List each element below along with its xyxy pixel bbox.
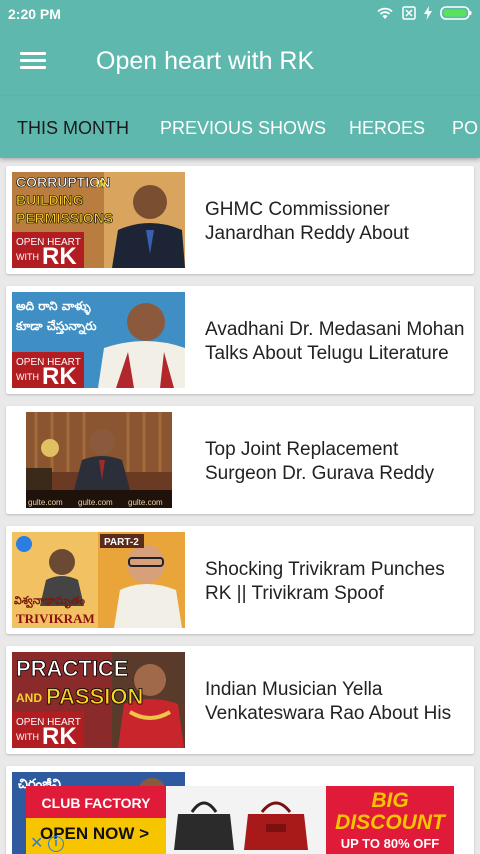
thumb-caption: విశ్వనాథామృతం bbox=[14, 594, 85, 609]
video-card[interactable]: CORRUPTION IN BUILDING PERMISSIONS OPEN … bbox=[6, 166, 474, 274]
thumb-caption: PART-2 bbox=[104, 537, 139, 548]
ad-brand: CLUB FACTORY bbox=[26, 786, 166, 818]
thumb-watermark: gulte.com bbox=[78, 498, 113, 507]
ad-close-icon[interactable]: ✕ bbox=[30, 836, 46, 852]
sim-icon bbox=[402, 6, 416, 20]
tab-this-month[interactable]: THIS MONTH bbox=[17, 118, 129, 139]
video-title: Indian Musician Yella Venkateswara Rao A… bbox=[205, 678, 475, 726]
tab-heroes[interactable]: HEROES bbox=[349, 118, 425, 139]
ad-info-icon[interactable]: i bbox=[48, 836, 64, 852]
thumb-caption: PRACTICE bbox=[16, 656, 128, 681]
video-card[interactable]: gulte.com gulte.com gulte.com Top Joint … bbox=[6, 406, 474, 514]
thumb-brand: WITH bbox=[16, 252, 39, 262]
video-thumbnail: PART-2 విశ్వనాథామృతం TRIVIKRAM bbox=[12, 532, 185, 628]
ad-banner[interactable]: CLUB FACTORY OPEN NOW > BIG DISCOUNT UP … bbox=[26, 786, 454, 854]
video-title-line: Talks About Telugu Literature bbox=[205, 343, 449, 364]
thumb-caption: BUILDING bbox=[16, 192, 84, 208]
video-title: GHMC Commissioner Janardhan Reddy About bbox=[205, 198, 475, 246]
ad-left-panel: CLUB FACTORY OPEN NOW > bbox=[26, 786, 166, 854]
ad-offer: UP TO 80% OFF bbox=[340, 836, 440, 851]
video-title-line: Janardhan Reddy About bbox=[205, 223, 409, 244]
video-title-line: RK || Trivikram Spoof bbox=[205, 583, 384, 604]
thumb-caption: కూడా చేస్తున్నారు bbox=[15, 319, 97, 335]
ad-offer-panel: BIG DISCOUNT UP TO 80% OFF bbox=[326, 786, 454, 854]
status-icons bbox=[376, 6, 472, 20]
status-bar: 2:20 PM bbox=[0, 0, 480, 28]
video-thumbnail: gulte.com gulte.com gulte.com bbox=[26, 412, 172, 508]
thumb-caption: PERMISSIONS bbox=[16, 210, 113, 226]
thumb-caption: IN bbox=[96, 179, 106, 190]
status-time: 2:20 PM bbox=[8, 6, 61, 22]
thumb-watermark: gulte.com bbox=[128, 498, 163, 507]
video-list[interactable]: CORRUPTION IN BUILDING PERMISSIONS OPEN … bbox=[0, 158, 480, 854]
video-title-line: Indian Musician Yella bbox=[205, 679, 383, 700]
tab-previous-shows[interactable]: PREVIOUS SHOWS bbox=[160, 118, 326, 139]
menu-button[interactable] bbox=[20, 48, 54, 76]
video-title: Shocking Trivikram Punches RK || Trivikr… bbox=[205, 558, 475, 606]
video-thumbnail: అది రాని వాళ్ళు కూడా చేస్తున్నారు OPEN H… bbox=[12, 292, 185, 388]
charging-icon bbox=[424, 6, 432, 20]
thumb-caption: అది రాని వాళ్ళు bbox=[16, 299, 91, 315]
video-thumbnail: PRACTICE AND PASSION OPEN HEART WITH RK bbox=[12, 652, 185, 748]
battery-icon bbox=[440, 6, 472, 20]
video-title: Avadhani Dr. Medasani Mohan Talks About … bbox=[205, 318, 475, 366]
thumb-brand: RK bbox=[42, 243, 77, 268]
video-title-line: Shocking Trivikram Punches bbox=[205, 559, 445, 580]
video-title-line: Surgeon Dr. Gurava Reddy bbox=[205, 463, 435, 484]
thumb-brand: WITH bbox=[16, 372, 39, 382]
thumb-brand: RK bbox=[42, 363, 77, 388]
wifi-icon bbox=[377, 7, 393, 19]
ad-product-image bbox=[174, 801, 308, 850]
thumb-watermark: gulte.com bbox=[28, 498, 63, 507]
video-title-line: Top Joint Replacement bbox=[205, 439, 399, 460]
video-card[interactable]: PART-2 విశ్వనాథామృతం TRIVIKRAM Shocking … bbox=[6, 526, 474, 634]
video-title-line: GHMC Commissioner bbox=[205, 199, 390, 220]
video-title: Top Joint Replacement Surgeon Dr. Gurava… bbox=[205, 438, 475, 486]
thumb-brand: RK bbox=[42, 723, 77, 748]
tab-partial[interactable]: PO bbox=[452, 118, 478, 139]
video-title-line: Venkateswara Rao About His bbox=[205, 703, 452, 724]
thumb-caption: AND bbox=[16, 691, 42, 705]
video-title-line: Avadhani Dr. Medasani Mohan bbox=[205, 319, 465, 340]
thumb-caption: PASSION bbox=[46, 684, 143, 709]
app-title: Open heart with RK bbox=[96, 47, 315, 75]
thumb-brand: WITH bbox=[16, 732, 39, 742]
app-bar: Open heart with RK bbox=[0, 28, 480, 96]
video-card[interactable]: PRACTICE AND PASSION OPEN HEART WITH RK … bbox=[6, 646, 474, 754]
tab-bar: THIS MONTH PREVIOUS SHOWS HEROES PO bbox=[0, 96, 480, 158]
ad-headline: BIG DISCOUNT bbox=[335, 789, 445, 834]
thumb-caption: TRIVIKRAM bbox=[16, 611, 95, 626]
menu-icon bbox=[20, 52, 54, 69]
video-thumbnail: CORRUPTION IN BUILDING PERMISSIONS OPEN … bbox=[12, 172, 185, 268]
video-card[interactable]: అది రాని వాళ్ళు కూడా చేస్తున్నారు OPEN H… bbox=[6, 286, 474, 394]
